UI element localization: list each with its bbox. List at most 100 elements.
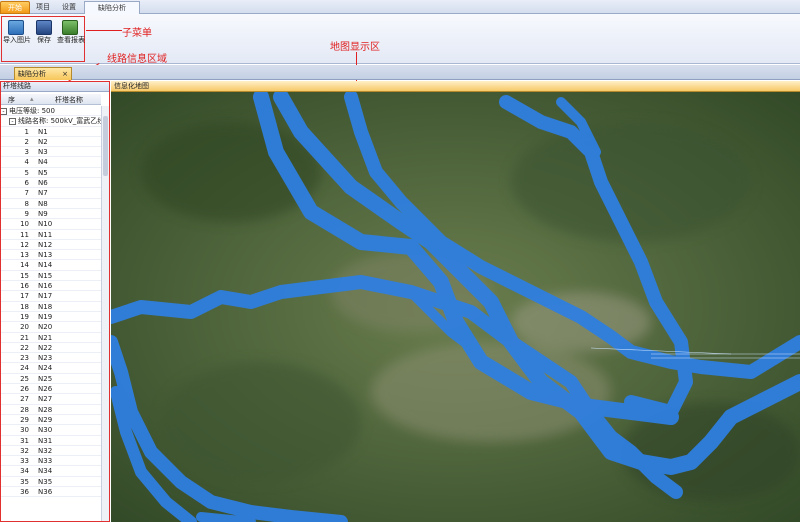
table-row[interactable]: 4 N4 — [0, 157, 101, 168]
tower-name: N28 — [38, 405, 53, 414]
table-row[interactable]: 16 N16 — [0, 281, 101, 292]
row-index: 8 — [24, 199, 29, 208]
table-row[interactable]: 9 N9 — [0, 209, 101, 220]
group-voltage[interactable]: - 电压等级: 500 — [0, 106, 101, 117]
table-row[interactable]: 6 N6 — [0, 178, 101, 189]
table-row[interactable]: 31 N31 — [0, 436, 101, 446]
row-index: 2 — [24, 137, 29, 146]
table-row[interactable]: 28 N28 — [0, 405, 101, 415]
table-row[interactable]: 36 N36 — [0, 487, 101, 498]
table-row[interactable]: 1 N1 — [0, 127, 101, 137]
annotation-arrow — [86, 30, 122, 31]
grid-header: 序 ▴ 杆塔名称 — [0, 94, 101, 105]
table-row[interactable]: 27 N27 — [0, 394, 101, 405]
group-line[interactable]: - 线路名称: 500kV_富武乙线 — [0, 116, 104, 127]
sort-icon: ▴ — [30, 95, 34, 103]
tower-name: N5 — [38, 168, 48, 177]
row-index: 7 — [24, 189, 29, 198]
tower-name: N26 — [38, 385, 53, 394]
tab-settings[interactable]: 设置 — [56, 1, 82, 14]
doc-tab-defect-analysis[interactable]: 缺陷分析 × — [14, 67, 72, 80]
tower-name: N19 — [38, 312, 53, 321]
table-row[interactable]: 32 N32 — [0, 446, 101, 457]
image-icon — [8, 20, 24, 35]
table-row[interactable]: 12 N12 — [0, 240, 101, 251]
row-index: 9 — [24, 209, 29, 218]
row-index: 30 — [20, 426, 29, 435]
table-row[interactable]: 20 N20 — [0, 322, 101, 333]
table-row[interactable]: 8 N8 — [0, 199, 101, 209]
row-index: 32 — [20, 446, 29, 455]
collapse-icon[interactable]: - — [0, 107, 7, 115]
table-row[interactable]: 30 N30 — [0, 425, 101, 436]
import-image-label: 导入图片 — [3, 36, 31, 44]
table-row[interactable]: 2 N2 — [0, 137, 101, 148]
annotation-line-info: 线路信息区域 — [107, 54, 167, 65]
table-row[interactable]: 10 N10 — [0, 219, 101, 230]
table-row[interactable]: 19 N19 — [0, 312, 101, 323]
tab-defect-analysis[interactable]: 缺陷分析 — [84, 1, 140, 15]
row-index: 6 — [24, 179, 29, 188]
row-index: 17 — [20, 292, 29, 301]
table-row[interactable]: 13 N13 — [0, 250, 101, 261]
view-report-button[interactable]: 查看报表 — [57, 19, 85, 51]
table-row[interactable]: 29 N29 — [0, 415, 101, 426]
table-row[interactable]: 35 N35 — [0, 477, 101, 487]
table-row[interactable]: 5 N5 — [0, 168, 101, 179]
tower-name: N18 — [38, 302, 53, 311]
table-row[interactable]: 3 N3 — [0, 147, 101, 158]
table-row[interactable]: 11 N11 — [0, 230, 101, 240]
table-row[interactable]: 33 N33 — [0, 456, 101, 467]
row-index: 36 — [20, 487, 29, 496]
map-view[interactable] — [111, 92, 800, 522]
row-index: 19 — [20, 312, 29, 321]
tower-name: N6 — [38, 179, 48, 188]
row-index: 16 — [20, 282, 29, 291]
row-index: 34 — [20, 467, 29, 476]
row-index: 29 — [20, 415, 29, 424]
col-name-header[interactable]: 杆塔名称 — [55, 95, 83, 105]
save-icon — [36, 20, 52, 35]
tab-start[interactable]: 开始 — [0, 1, 30, 14]
tower-name: N36 — [38, 487, 53, 496]
table-row[interactable]: 26 N26 — [0, 384, 101, 395]
table-row[interactable]: 25 N25 — [0, 374, 101, 385]
scrollbar-thumb[interactable] — [103, 116, 108, 176]
row-index: 4 — [24, 158, 29, 167]
row-index: 11 — [20, 230, 29, 239]
table-row[interactable]: 21 N21 — [0, 333, 101, 343]
line-info-panel: 杆塔线路 序 ▴ 杆塔名称 - 电压等级: 500 - 线路名称: 500kV_富武… — [0, 81, 110, 522]
tower-name: N35 — [38, 477, 53, 486]
table-row[interactable]: 24 N24 — [0, 363, 101, 374]
import-image-button[interactable]: 导入图片 — [3, 19, 31, 51]
table-row[interactable]: 7 N7 — [0, 188, 101, 199]
save-button[interactable]: 保存 — [31, 19, 57, 51]
satellite-map[interactable] — [111, 92, 800, 522]
panel-title: 杆塔线路 — [0, 81, 109, 92]
row-index: 3 — [24, 148, 29, 157]
tab-project[interactable]: 项目 — [32, 1, 54, 14]
table-row[interactable]: 18 N18 — [0, 302, 101, 312]
table-row[interactable]: 23 N23 — [0, 353, 101, 364]
tower-name: N12 — [38, 240, 53, 249]
annotation-submenu: 子菜单 — [122, 28, 152, 39]
table-row[interactable]: 22 N22 — [0, 343, 101, 354]
close-icon[interactable]: × — [62, 68, 68, 80]
table-row[interactable]: 17 N17 — [0, 291, 101, 302]
row-index: 25 — [20, 374, 29, 383]
col-index-header[interactable]: 序 — [8, 95, 15, 105]
tower-name: N9 — [38, 209, 48, 218]
report-icon — [62, 20, 78, 35]
row-index: 10 — [20, 220, 29, 229]
vertical-scrollbar[interactable] — [101, 106, 109, 522]
row-index: 27 — [20, 395, 29, 404]
table-row[interactable]: 15 N15 — [0, 271, 101, 282]
tower-name: N15 — [38, 271, 53, 280]
row-index: 12 — [20, 240, 29, 249]
collapse-icon[interactable]: - — [9, 117, 16, 125]
table-row[interactable]: 14 N14 — [0, 260, 101, 271]
table-row[interactable]: 34 N34 — [0, 466, 101, 477]
tower-name: N13 — [38, 251, 53, 260]
tower-name: N29 — [38, 415, 53, 424]
row-index: 35 — [20, 477, 29, 486]
